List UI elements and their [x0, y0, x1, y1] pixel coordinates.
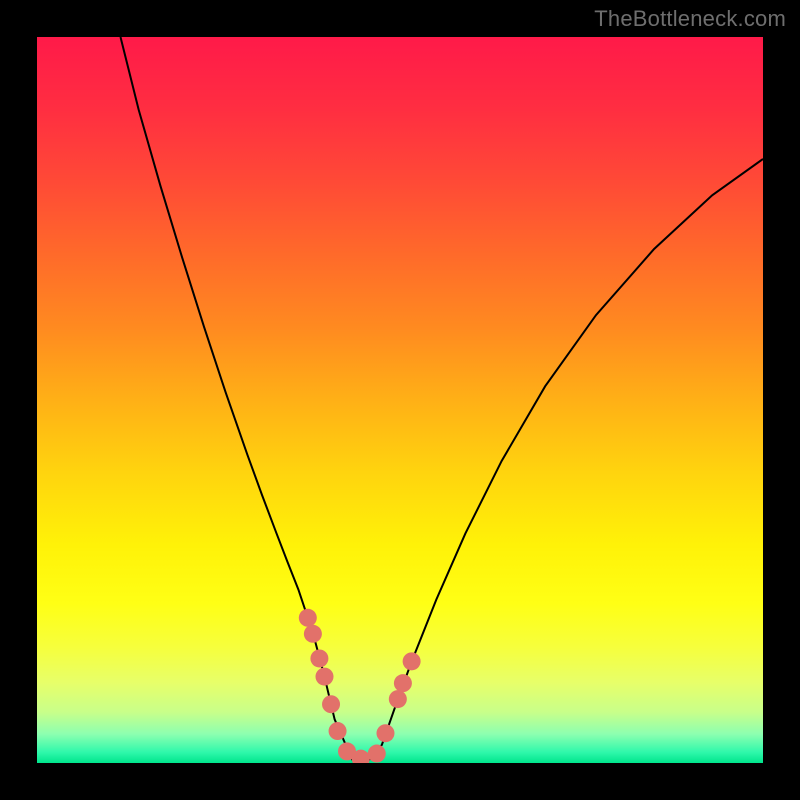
curve-markers	[299, 609, 421, 763]
chart-frame: TheBottleneck.com	[0, 0, 800, 800]
bottleneck-curve	[120, 37, 763, 759]
curve-marker	[389, 690, 407, 708]
curve-layer	[37, 37, 763, 763]
curve-marker	[316, 668, 334, 686]
curve-marker	[403, 652, 421, 670]
curve-marker	[376, 724, 394, 742]
curve-marker	[310, 649, 328, 667]
curve-marker	[329, 722, 347, 740]
curve-marker	[368, 745, 386, 763]
plot-area	[37, 37, 763, 763]
curve-marker	[299, 609, 317, 627]
watermark-label: TheBottleneck.com	[594, 6, 786, 32]
curve-marker	[322, 695, 340, 713]
curve-marker	[394, 674, 412, 692]
curve-marker	[304, 625, 322, 643]
